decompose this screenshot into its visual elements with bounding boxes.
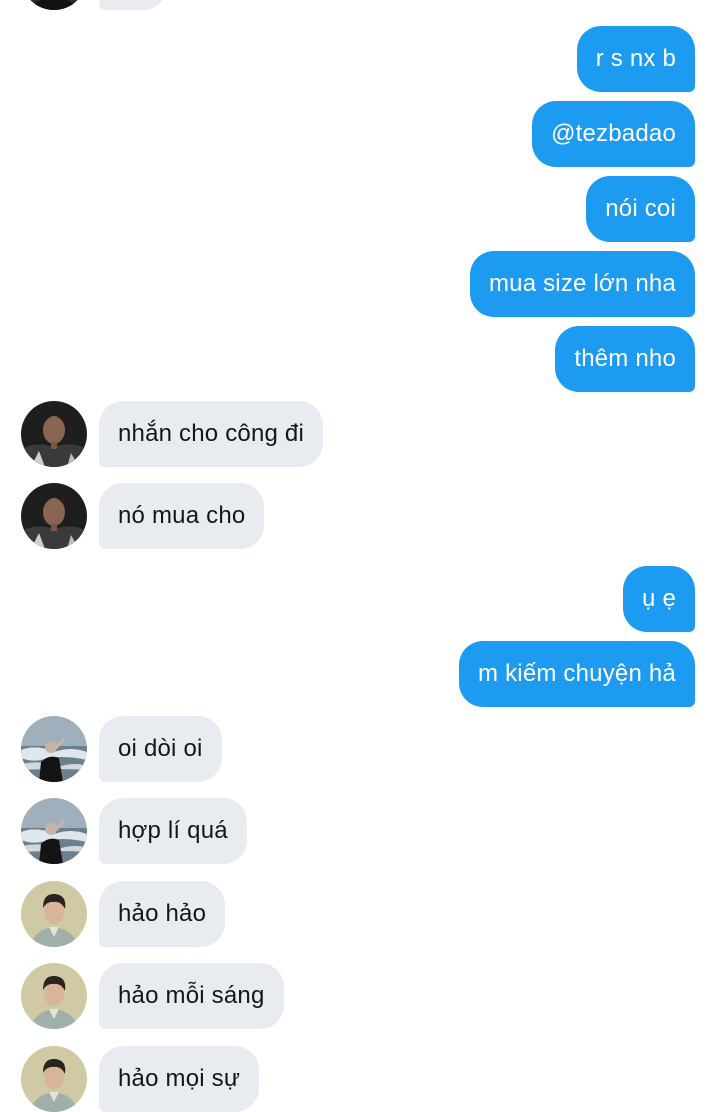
message-text: nó mua cho [118,502,246,529]
contact-b-avatar[interactable] [21,716,87,782]
message-text: hảo mọi sự [118,1065,241,1092]
contact-a-avatar[interactable] [21,483,87,549]
contact-c-avatar[interactable] [21,963,87,1029]
message-text: hợp lí quá [118,817,228,844]
message-bubble-incoming[interactable]: hảo hảo [99,881,226,947]
message-bubble-incoming[interactable]: hợp lí quá [99,798,247,864]
message-bubble-outgoing[interactable]: mua size lớn nha [469,251,695,317]
message-text: ụ ẹ [642,585,676,612]
message-bubble-incoming[interactable]: hảo mọi sự [99,1046,260,1112]
message-bubble-outgoing[interactable]: nói coi [586,176,695,242]
message-bubble-outgoing[interactable]: m kiếm chuyện hả [459,641,695,707]
message-bubble-outgoing[interactable]: @tezbadao [532,101,695,167]
message-text: r s nx b [595,45,676,72]
message-text: @tezbadao [551,120,676,147]
message-text: thêm nho [574,345,676,372]
message-bubble-incoming[interactable]: nó mua cho [99,483,265,549]
message-bubble-incoming[interactable]: oi dòi oi [99,716,222,782]
message-bubble-partial[interactable] [99,0,167,10]
message-text: hảo hảo [118,900,207,927]
message-text: oi dòi oi [118,735,203,762]
contact-a-avatar[interactable] [21,401,87,467]
message-bubble-incoming[interactable]: nhắn cho công đi [99,401,324,467]
message-bubble-outgoing[interactable]: r s nx b [576,26,695,92]
message-bubble-incoming[interactable]: hảo mỗi sáng [99,963,284,1029]
message-text: nhắn cho công đi [118,420,305,447]
message-text: m kiếm chuyện hả [478,660,676,687]
contact-c-avatar[interactable] [21,881,87,947]
contact-b-avatar[interactable] [21,798,87,864]
contact-c-avatar[interactable] [21,1046,87,1112]
message-text: hảo mỗi sáng [118,982,265,1009]
contact-a-avatar[interactable] [21,0,87,10]
message-bubble-outgoing[interactable]: thêm nho [555,326,695,392]
message-thread[interactable]: r s nx b @tezbadao nói coi mua size lớn … [0,0,716,1112]
message-text: nói coi [605,195,676,222]
message-text: mua size lớn nha [488,270,676,297]
message-bubble-outgoing[interactable]: ụ ẹ [623,566,695,632]
